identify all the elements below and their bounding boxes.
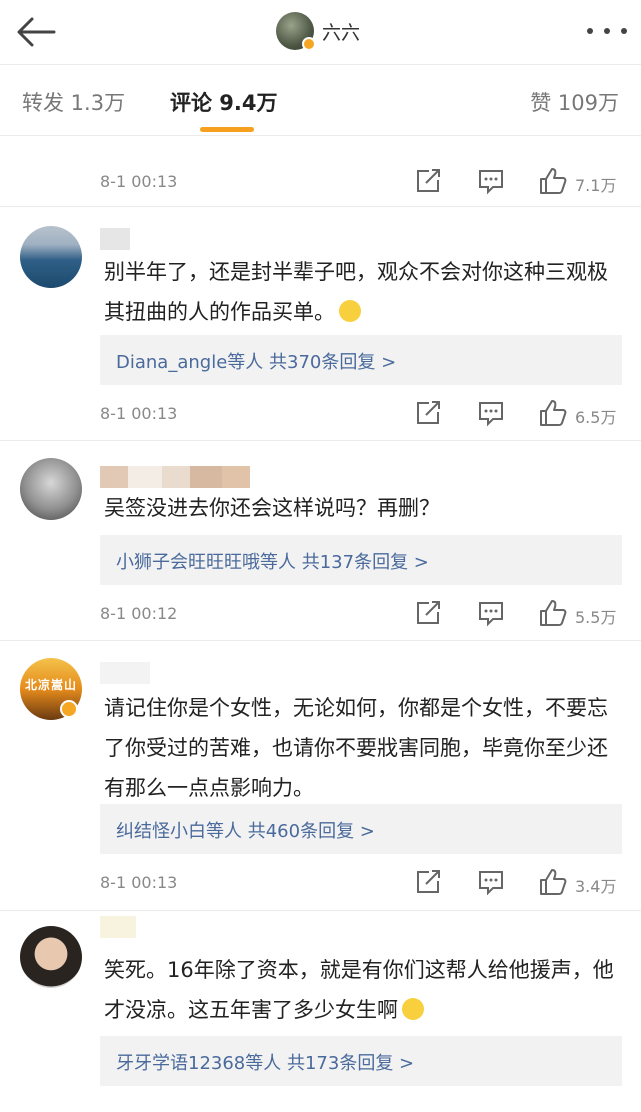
profile-avatar[interactable]	[276, 12, 316, 51]
commenter-name-obscured[interactable]	[100, 466, 250, 488]
commenter-name-obscured[interactable]	[100, 228, 130, 250]
reply-summary[interactable]: Diana_angle等人 共370条回复 >	[100, 335, 622, 385]
reply-summary-text[interactable]: 牙牙学语12368等人 共173条回复 >	[116, 1049, 414, 1075]
emoji-icon	[339, 300, 361, 322]
like-thumb-icon[interactable]	[538, 166, 568, 196]
comment-meta-row: 8-1 00:13 7.1万	[0, 162, 641, 202]
comment-text: 请记住你是个女性，无论如何，你都是个女性，不要忘了你受过的苦难，也请你不要戕害同…	[104, 688, 624, 808]
divider	[0, 440, 641, 441]
like-thumb-icon[interactable]	[538, 867, 568, 897]
verified-badge-icon	[302, 37, 316, 51]
comment-meta-row: 8-1 00:13 6.5万	[0, 394, 641, 434]
comment-icon[interactable]	[476, 398, 506, 428]
divider	[0, 910, 641, 911]
like-thumb-icon[interactable]	[538, 598, 568, 628]
tab-bar: 转发 1.3万 评论 9.4万 赞 109万	[0, 64, 641, 136]
repost-icon[interactable]	[413, 398, 443, 428]
emoji-icon	[402, 998, 424, 1020]
commenter-avatar[interactable]	[20, 226, 82, 288]
repost-icon[interactable]	[413, 867, 443, 897]
commenter-name-obscured[interactable]	[100, 662, 150, 684]
repost-icon[interactable]	[413, 598, 443, 628]
comment-icon[interactable]	[476, 867, 506, 897]
commenter-name-obscured[interactable]	[100, 916, 136, 938]
reply-summary[interactable]: 牙牙学语12368等人 共173条回复 >	[100, 1036, 622, 1086]
comment-body: 请记住你是个女性，无论如何，你都是个女性，不要忘了你受过的苦难，也请你不要戕害同…	[104, 696, 608, 800]
tab-repost[interactable]: 转发 1.3万	[22, 87, 125, 117]
dot	[587, 28, 593, 34]
reply-summary[interactable]: 纠结怪小白等人 共460条回复 >	[100, 804, 622, 854]
like-count: 7.1万	[575, 176, 617, 195]
like-thumb-icon[interactable]	[538, 398, 568, 428]
back-arrow-icon[interactable]	[14, 12, 58, 52]
comment-icon[interactable]	[476, 598, 506, 628]
avatar-caption: 北凉嵩山	[24, 678, 77, 692]
comment-text: 别半年了，还是封半辈子吧，观众不会对你这种三观极其扭曲的人的作品买单。	[104, 252, 624, 332]
comment-body: 笑死。16年除了资本，就是有你们这帮人给他援声，他才没凉。这五年害了多少女生啊	[104, 958, 614, 1022]
divider	[0, 206, 641, 207]
like-count: 3.4万	[575, 877, 617, 896]
profile-name[interactable]: 六六	[322, 18, 360, 45]
divider	[0, 640, 641, 641]
comment-time: 8-1 00:13	[100, 172, 178, 191]
commenter-avatar[interactable]	[20, 926, 82, 988]
tab-comments[interactable]: 评论 9.4万	[170, 87, 278, 117]
comment-icon[interactable]	[476, 166, 506, 196]
comment-time: 8-1 00:12	[100, 604, 178, 623]
reply-summary-text[interactable]: Diana_angle等人 共370条回复 >	[116, 348, 396, 374]
reply-summary-text[interactable]: 小狮子会旺旺旺哦等人 共137条回复 >	[116, 548, 429, 574]
profile-title[interactable]: 六六	[276, 10, 360, 52]
active-tab-indicator	[200, 127, 254, 132]
comment-meta-row: 8-1 00:12 5.5万	[0, 594, 641, 634]
dot	[604, 28, 610, 34]
comment-text: 吴签没进去你还会这样说吗？再删？	[104, 488, 624, 528]
reply-summary[interactable]: 小狮子会旺旺旺哦等人 共137条回复 >	[100, 535, 622, 585]
tab-likes[interactable]: 赞 109万	[530, 87, 619, 117]
commenter-avatar[interactable]	[20, 458, 82, 520]
dot	[621, 28, 627, 34]
comment-text: 笑死。16年除了资本，就是有你们这帮人给他援声，他才没凉。这五年害了多少女生啊	[104, 950, 624, 1030]
comment-time: 8-1 00:13	[100, 873, 178, 892]
more-dots-icon[interactable]	[587, 18, 627, 44]
repost-icon[interactable]	[413, 166, 443, 196]
comment-meta-row: 8-1 00:13 3.4万	[0, 863, 641, 903]
reply-summary-text[interactable]: 纠结怪小白等人 共460条回复 >	[116, 817, 375, 843]
like-count: 5.5万	[575, 608, 617, 627]
comment-body: 吴签没进去你还会这样说吗？再删？	[104, 496, 440, 520]
top-bar: 六六	[0, 0, 641, 64]
comment-time: 8-1 00:13	[100, 404, 178, 423]
like-count: 6.5万	[575, 408, 617, 427]
verified-badge-icon	[60, 700, 78, 718]
